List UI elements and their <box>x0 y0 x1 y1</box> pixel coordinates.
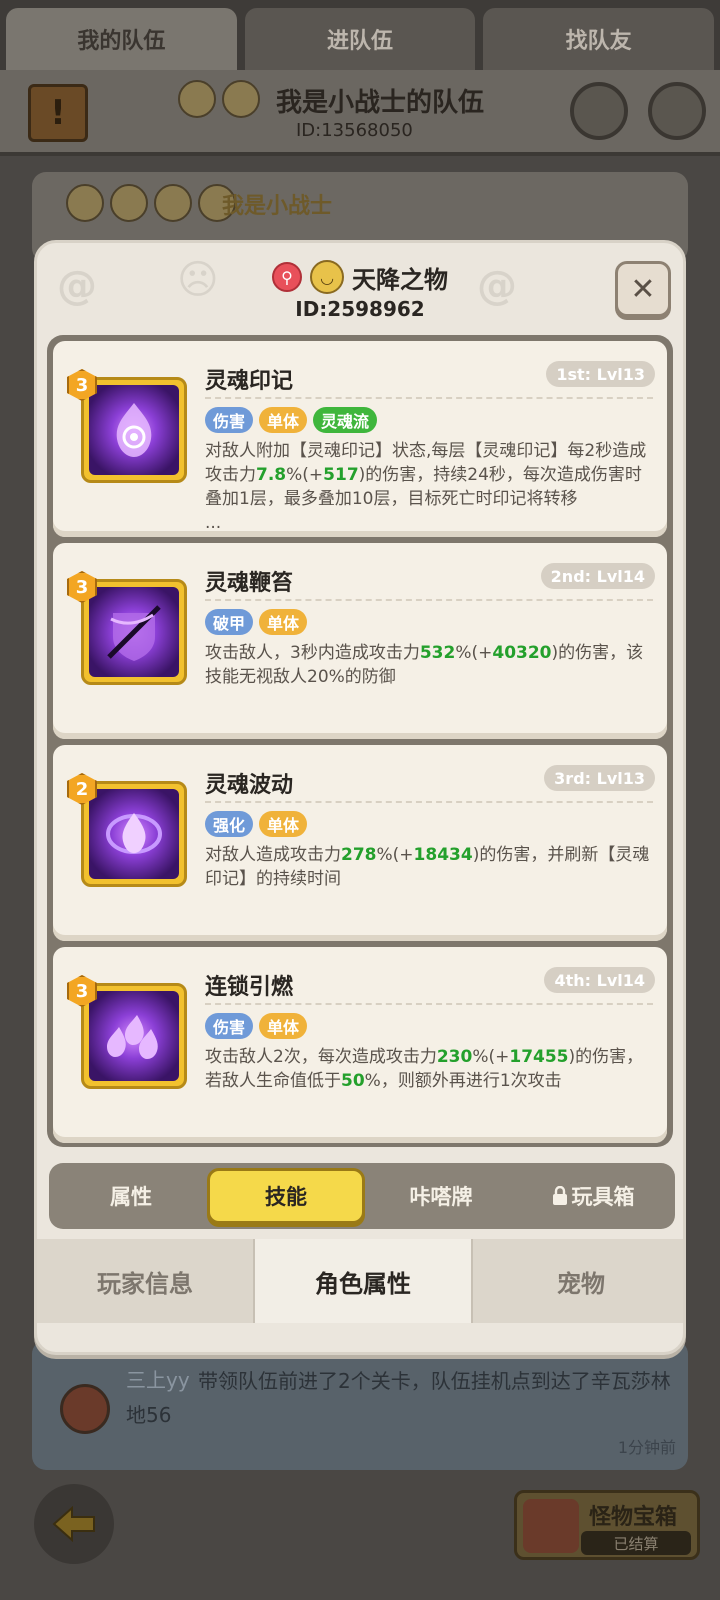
tab-my-team[interactable]: 我的队伍 <box>6 8 237 70</box>
skill-tag: 单体 <box>259 609 308 635</box>
tag-row: 伤害 单体 <box>205 1013 308 1039</box>
skill-card[interactable]: 3 灵魂鞭笞 2nd: Lvl14 破甲 单体 攻击敌人，3秒内造成攻击力532… <box>53 543 667 739</box>
team-id: ID:13568050 <box>296 120 413 141</box>
skill-card[interactable]: 2 灵魂波动 3rd: Lvl13 强化 单体 对敌人造成攻击力278%(+18… <box>53 745 667 941</box>
key-icon: ⚲ <box>272 262 302 292</box>
back-arrow-icon <box>52 1506 95 1542</box>
member-badges <box>66 184 236 222</box>
skill-name: 灵魂印记 <box>205 369 294 394</box>
feed-time: 1分钟前 <box>617 1438 676 1457</box>
skill-description: 攻击敌人2次，每次造成攻击力230%(+17455)的伤害，若敌人生命值低于50… <box>205 1047 644 1091</box>
close-button[interactable]: ✕ <box>615 261 671 317</box>
divider <box>205 801 653 803</box>
tag-row: 强化 单体 <box>205 811 308 837</box>
chest-title: 怪物宝箱 <box>589 1505 678 1530</box>
avatar[interactable] <box>60 1384 110 1434</box>
character-face-icon: ◡ <box>310 260 344 294</box>
skill-tag: 单体 <box>259 407 308 433</box>
feed-text: 带领队伍前进了2个关卡，队伍挂机点到达了辛瓦莎林地56 <box>126 1369 671 1427</box>
boar-chest-icon <box>523 1499 579 1553</box>
top-tab-bar: 我的队伍 进队伍 找队友 <box>0 0 720 70</box>
duck-button-icon[interactable] <box>648 82 706 140</box>
skill-tag: 破甲 <box>205 609 254 635</box>
skill-level-badge: 3rd: Lvl13 <box>544 765 655 791</box>
soul-mark-icon <box>116 403 152 457</box>
skill-tag: 单体 <box>259 811 308 837</box>
skill-level-badge: 2nd: Lvl14 <box>540 563 655 589</box>
member-name: 我是小战士 <box>222 194 333 219</box>
modal-title: 天降之物 <box>352 265 448 294</box>
skill-name: 灵魂鞭笞 <box>205 571 294 596</box>
shield-badge-icon <box>66 184 104 222</box>
divider <box>205 599 653 601</box>
skill-list: 3 灵魂印记 1st: Lvl13 伤害 单体 灵魂流 对敌人附加【灵魂印记】状… <box>47 335 673 1147</box>
skill-level-badge: 1st: Lvl13 <box>546 361 655 387</box>
team-header: ! 我是小战士的队伍 ID:13568050 <box>0 70 720 156</box>
lock-icon <box>552 1186 567 1205</box>
tab-join-team[interactable]: 进队伍 <box>244 8 476 70</box>
chest-status: 已结算 <box>581 1531 691 1555</box>
skill-description: 攻击敌人，3秒内造成攻击力532%(+40320)的伤害，该技能无视敌人20%的… <box>205 643 644 687</box>
feed-card: 三上yy 带领队伍前进了2个关卡，队伍挂机点到达了辛瓦莎林地56 1分钟前 <box>32 1340 688 1470</box>
tab-cards[interactable]: 咔嗒牌 <box>365 1168 517 1224</box>
tab-skills[interactable]: 技能 <box>207 1168 365 1224</box>
notice-book-icon[interactable]: ! <box>28 84 88 142</box>
rank-badge-icon <box>154 184 192 222</box>
modal-title-row: ⚲ ◡ 天降之物 <box>37 257 683 297</box>
skill-tag: 强化 <box>205 811 254 837</box>
skill-name: 灵魂波动 <box>205 773 294 798</box>
close-icon: ✕ <box>630 271 656 307</box>
team-badges <box>178 80 260 118</box>
skill-tag: 伤害 <box>205 407 254 433</box>
tag-row: 破甲 单体 <box>205 609 308 635</box>
tab-player-info[interactable]: 玩家信息 <box>37 1239 255 1323</box>
rank-badge-icon <box>178 80 216 118</box>
team-name: 我是小战士的队伍 <box>276 88 485 118</box>
back-button[interactable] <box>34 1484 114 1564</box>
skill-tag: 单体 <box>259 1013 308 1039</box>
skill-name: 连锁引燃 <box>205 975 294 1000</box>
tab-toybox[interactable]: 玩具箱 <box>517 1168 669 1224</box>
tab-character-attributes[interactable]: 角色属性 <box>255 1239 473 1323</box>
skill-tag: 伤害 <box>205 1013 254 1039</box>
tag-row: 伤害 单体 灵魂流 <box>205 407 378 433</box>
skill-description: 对敌人附加【灵魂印记】状态,每层【灵魂印记】每2秒造成攻击力7.8%(+517)… <box>205 441 647 533</box>
tab-attributes[interactable]: 属性 <box>55 1168 207 1224</box>
soul-whip-icon <box>107 605 161 661</box>
divider <box>205 397 653 399</box>
chain-ignite-icon <box>107 1015 158 1059</box>
skill-card[interactable]: 3 灵魂印记 1st: Lvl13 伤害 单体 灵魂流 对敌人附加【灵魂印记】状… <box>53 341 667 537</box>
skill-card[interactable]: 3 连锁引燃 4th: Lvl14 伤害 单体 攻击敌人2次，每次造成攻击力23… <box>53 947 667 1143</box>
skill-description: 对敌人造成攻击力278%(+18434)的伤害，并刷新【灵魂印记】的持续时间 <box>205 845 650 889</box>
settings-gear-icon[interactable] <box>570 82 628 140</box>
bottom-tab-bar: 玩家信息 角色属性 宠物 <box>37 1239 683 1323</box>
character-modal: @ ☹ @ ⚲ ◡ 天降之物 ID:2598962 ✕ 3 灵魂印记 1st: <box>34 240 686 1355</box>
face-badge-icon <box>110 184 148 222</box>
tab-pet[interactable]: 宠物 <box>473 1239 683 1323</box>
monster-chest-button[interactable]: 怪物宝箱 已结算 <box>514 1490 700 1560</box>
soul-wave-icon <box>106 813 162 854</box>
rooster-badge-icon <box>222 80 260 118</box>
skill-tag: 灵魂流 <box>313 407 378 433</box>
tab-find-teammates[interactable]: 找队友 <box>483 8 715 70</box>
divider <box>205 1003 653 1005</box>
tab-toybox-label: 玩具箱 <box>571 1185 635 1209</box>
sub-tab-bar: 属性 技能 咔嗒牌 玩具箱 <box>49 1163 675 1229</box>
skill-level-badge: 4th: Lvl14 <box>544 967 655 993</box>
character-id: ID:2598962 <box>295 297 425 321</box>
